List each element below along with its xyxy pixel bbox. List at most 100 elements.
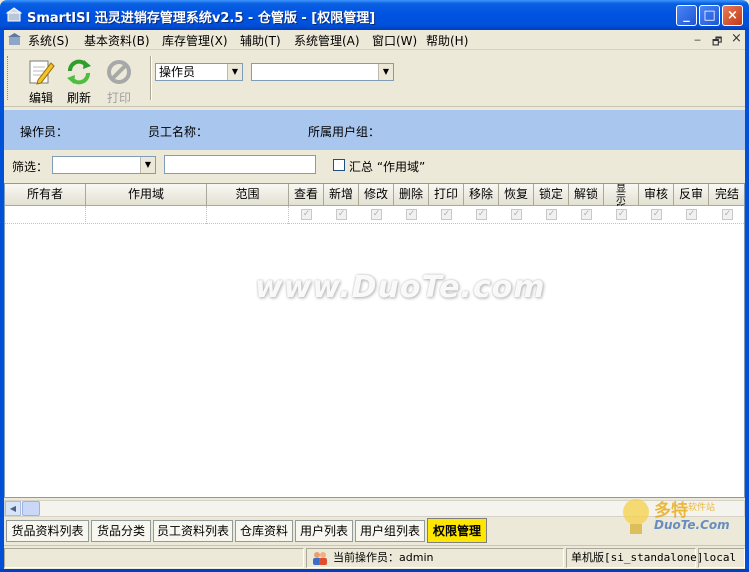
column-header-lock[interactable]: 锁定 xyxy=(534,184,569,206)
column-header-unaudit[interactable]: 反审 xyxy=(674,184,709,206)
toolbar-grip[interactable] xyxy=(7,56,10,100)
menu-system-admin[interactable]: 系统管理(A) xyxy=(294,32,360,49)
column-header-modify[interactable]: 修改 xyxy=(359,184,394,206)
maximize-button[interactable]: □ xyxy=(699,5,720,26)
close-button[interactable]: × xyxy=(722,5,743,26)
minimize-button[interactable]: _ xyxy=(676,5,697,26)
summary-checkbox-label: 汇总 “作用域” xyxy=(349,160,426,174)
tab-product-list[interactable]: 货品资料列表 xyxy=(6,520,89,542)
tab-user-list[interactable]: 用户列表 xyxy=(295,520,353,542)
tab-warehouse[interactable]: 仓库资料 xyxy=(235,520,293,542)
status-bar: 当前操作员：admin 单机版[si_standalone] local xyxy=(4,545,745,569)
mdi-close-button[interactable]: × xyxy=(731,31,742,46)
print-checkbox[interactable]: ✓ xyxy=(441,209,452,220)
mdi-restore-button[interactable]: 🗗 xyxy=(712,33,722,52)
chevron-down-icon[interactable]: ▼ xyxy=(378,64,393,80)
complete-checkbox[interactable]: ✓ xyxy=(722,209,733,220)
menu-bar: 系统(S) 基本资料(B) 库存管理(X) 辅助(T) 系统管理(A) 窗口(W… xyxy=(4,30,745,50)
status-panel-empty xyxy=(4,548,304,568)
chevron-down-icon[interactable]: ▼ xyxy=(227,64,242,80)
delete-checkbox[interactable]: ✓ xyxy=(406,209,417,220)
title-bar[interactable]: SmartISI 迅灵进销存管理系统v2.5 - 仓管版 - [权限管理] _ … xyxy=(0,0,749,30)
status-server: local xyxy=(698,548,745,568)
column-header-restore[interactable]: 恢复 xyxy=(499,184,534,206)
column-header-show-all[interactable]: 显示所有 xyxy=(604,184,639,225)
filter-input[interactable] xyxy=(164,155,316,174)
edit-button[interactable]: 编辑 xyxy=(22,55,60,105)
summary-checkbox[interactable] xyxy=(333,159,345,171)
menu-help[interactable]: 帮助(H) xyxy=(426,32,468,49)
watermark-text: www.DuoTe.com xyxy=(255,270,546,305)
column-header-owner[interactable]: 所有者 xyxy=(5,184,86,206)
mdi-minimize-button[interactable]: ‒ xyxy=(694,33,701,46)
unlock-checkbox[interactable]: ✓ xyxy=(581,209,592,220)
scroll-left-button[interactable]: ◀ xyxy=(5,501,21,516)
column-header-range[interactable]: 范围 xyxy=(207,184,289,206)
refresh-icon xyxy=(67,59,91,85)
lock-checkbox[interactable]: ✓ xyxy=(546,209,557,220)
permissions-grid[interactable]: 所有者 作用域 范围 查看 新增 修改 删除 打印 移除 恢复 锁定 解锁 显示… xyxy=(4,183,745,498)
column-header-add[interactable]: 新增 xyxy=(324,184,359,206)
remove-checkbox[interactable]: ✓ xyxy=(476,209,487,220)
filter-label: 筛选： xyxy=(12,160,49,174)
modify-checkbox[interactable]: ✓ xyxy=(371,209,382,220)
watermark-logo: 多特 软件站 DuoTe.Com xyxy=(618,492,744,548)
print-button[interactable]: 打印 xyxy=(100,55,138,105)
print-label: 打印 xyxy=(106,91,131,105)
column-header-complete[interactable]: 完结 xyxy=(709,184,744,206)
document-icon[interactable] xyxy=(7,32,22,47)
tab-permissions[interactable]: 权限管理 xyxy=(427,518,487,543)
watermark-logo-small: 软件站 xyxy=(688,503,716,513)
employee-name-label: 员工名称： xyxy=(148,125,209,139)
column-header-remove[interactable]: 移除 xyxy=(464,184,499,206)
cell-range[interactable] xyxy=(207,206,289,224)
status-operator: 当前操作员：admin xyxy=(306,548,564,568)
status-mode: 单机版[si_standalone] xyxy=(566,548,703,568)
menu-basic-data[interactable]: 基本资料(B) xyxy=(84,32,150,49)
menu-tools[interactable]: 辅助(T) xyxy=(240,32,281,49)
menu-inventory[interactable]: 库存管理(X) xyxy=(162,32,228,49)
cell-scope[interactable] xyxy=(86,206,207,224)
view-checkbox[interactable]: ✓ xyxy=(301,209,312,220)
column-header-view[interactable]: 查看 xyxy=(289,184,324,206)
toolbar: 编辑 刷新 打印 操作员 ▼ ▼ xyxy=(4,51,745,107)
forbidden-icon xyxy=(107,60,131,84)
edit-label: 编辑 xyxy=(28,91,53,105)
refresh-button[interactable]: 刷新 xyxy=(60,55,98,105)
show-all-checkbox[interactable]: ✓ xyxy=(616,209,627,220)
window-border-right xyxy=(745,30,749,572)
tab-user-group-list[interactable]: 用户组列表 xyxy=(355,520,425,542)
refresh-label: 刷新 xyxy=(66,91,91,105)
app-icon xyxy=(6,7,22,22)
column-header-delete[interactable]: 删除 xyxy=(394,184,429,206)
add-checkbox[interactable]: ✓ xyxy=(336,209,347,220)
window-title: SmartISI 迅灵进销存管理系统v2.5 - 仓管版 - [权限管理] xyxy=(27,11,376,26)
info-panel: 操作员： 员工名称： 所属用户组： xyxy=(4,110,745,150)
column-header-scope[interactable]: 作用域 xyxy=(86,184,207,206)
unaudit-checkbox[interactable]: ✓ xyxy=(686,209,697,220)
tab-employee-list[interactable]: 员工资料列表 xyxy=(153,520,233,542)
pencil-icon xyxy=(29,60,55,85)
filter-row: 筛选： ▼ 汇总 “作用域” xyxy=(4,152,745,180)
tab-product-category[interactable]: 货品分类 xyxy=(91,520,151,542)
filter-select[interactable]: ▼ xyxy=(52,156,156,174)
column-header-unlock[interactable]: 解锁 xyxy=(569,184,604,206)
target-select[interactable]: ▼ xyxy=(251,63,394,81)
audit-checkbox[interactable]: ✓ xyxy=(651,209,662,220)
menu-window[interactable]: 窗口(W) xyxy=(372,32,417,49)
chevron-down-icon[interactable]: ▼ xyxy=(140,157,155,173)
cell-owner[interactable] xyxy=(5,206,86,224)
table-row[interactable]: ✓ ✓ ✓ ✓ ✓ ✓ ✓ ✓ ✓ ✓ ✓ ✓ ✓ xyxy=(5,206,744,224)
column-header-print[interactable]: 打印 xyxy=(429,184,464,206)
type-select-value: 操作员 xyxy=(159,65,196,79)
scrollbar-thumb[interactable] xyxy=(22,501,40,516)
user-group-label: 所属用户组： xyxy=(308,125,381,139)
type-select[interactable]: 操作员 ▼ xyxy=(155,63,243,81)
column-header-audit[interactable]: 审核 xyxy=(639,184,674,206)
status-operator-text: 当前操作员：admin xyxy=(333,551,434,564)
restore-checkbox[interactable]: ✓ xyxy=(511,209,522,220)
menu-system[interactable]: 系统(S) xyxy=(28,32,69,49)
toolbar-separator xyxy=(150,56,152,100)
users-icon xyxy=(313,552,327,565)
operator-label: 操作员： xyxy=(20,125,69,139)
